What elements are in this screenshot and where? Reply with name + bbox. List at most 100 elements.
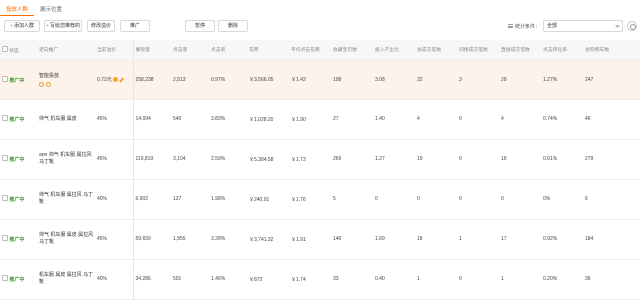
ctr-cell: 1.98% [209,179,247,220]
ctr-cell: 1.46% [209,259,247,300]
cart-cell: 36 [583,259,640,300]
roi-cell: 1.40 [373,99,415,140]
row-checkbox[interactable] [2,115,8,121]
plan-cell: 帅气 机车服 属皮 [37,99,95,140]
total-orders-cell: 32 [415,60,457,100]
plan-cell: 帅气 机车服 属皮 属拉风 马丁靴 [37,219,95,260]
pause-button[interactable]: 暂停 [185,20,215,32]
ctr-cell: 0.97% [209,60,247,100]
toolbar: +添加人群 +写给您推荐的 修改溢价 推广 暂停 删除 统计条件： 全部 [0,17,640,35]
table-header-row: 状态 定向推广 当前溢价 展现量 点击量 点击率 花费 平均点击花费 收藏宝贝数… [0,40,640,61]
col-header-impressions[interactable]: 展现量 [133,40,171,61]
add-crowd-button[interactable]: +添加人群 [4,20,40,32]
table-row[interactable]: 推广中 帅气 机车服 属拉风 马丁靴 40% 6,902 137 1.98% ￥… [0,179,640,220]
crowd-table: 状态 定向推广 当前溢价 展现量 点击量 点击率 花费 平均点击花费 收藏宝贝数… [0,40,640,300]
col-header-clicks[interactable]: 点击量 [171,40,209,61]
fav-cell: 5 [331,179,373,220]
table-row[interactable]: 推广中 帅气 机车服 属皮 45% 14,094 540 3.83% ￥1,02… [0,99,640,140]
roi-cell: 0.40 [373,259,415,300]
row-checkbox[interactable] [2,75,8,82]
cpc-cell: ￥1.91 [289,219,331,260]
stat-condition: 统计条件： 全部 [507,20,640,32]
status-cell: 推广中 [0,99,37,140]
impressions-cell: 258,238 [133,60,171,100]
add-similar-button[interactable]: +写给您推荐的 [44,20,82,32]
col-header-indirect[interactable]: 间接成交笔数 [457,40,499,61]
plan-cell: 智能投放 [37,60,95,100]
col-header-cvr[interactable]: 点击转化率 [541,40,583,61]
cvr-cell: 0.61% [541,139,583,180]
bid-cell: 0.72元 [95,60,134,100]
tab-placement[interactable]: 展示位置 [34,4,68,16]
ctr-cell: 3.28% [209,219,247,260]
cost-cell: ￥3,566.05 [247,60,289,100]
table-row[interactable]: 推广中 机车服 属皮 属拉风 马丁靴 40% 34,286 501 1.46% … [0,259,640,300]
direct-cell: 17 [499,219,541,260]
cpc-cell: ￥1.76 [289,179,331,220]
settings-icon[interactable] [39,81,44,87]
total-orders-cell: 18 [415,219,457,260]
table-row[interactable]: 推广中 智能投放 0.72元 258,238 2,513 0.97% ￥3,56… [0,60,640,100]
col-header-status[interactable]: 状态 [0,40,37,61]
cart-cell: 184 [583,219,640,260]
roi-cell: 1.69 [373,219,415,260]
tab-crowd[interactable]: 投放人群 [0,4,35,16]
status-badge: 推广中 [9,277,25,283]
bid-cell: 45% [95,99,134,140]
row-checkbox[interactable] [2,195,8,201]
chevron-down-icon [615,23,620,28]
row-checkbox[interactable] [2,275,8,281]
bid-cell: 45% [95,219,134,260]
plan-cell: 帅气 机车服 属拉风 马丁靴 [37,179,95,220]
promote-button[interactable]: 推广 [120,20,150,32]
bid-cell: 45% [95,139,134,180]
col-header-bid[interactable]: 当前溢价 [95,40,134,61]
col-header-cart[interactable]: 总购物车数 [583,40,640,61]
col-header-cost[interactable]: 花费 [247,40,289,61]
roi-cell: 1.27 [373,139,415,180]
fav-cell: 146 [331,219,373,260]
modify-bid-button[interactable]: 修改溢价 [87,20,115,32]
plus-icon: + [46,23,49,29]
col-header-direct[interactable]: 直接成交笔数 [499,40,541,61]
status-cell: 推广中 [0,219,37,260]
ctr-cell: 3.83% [209,99,247,140]
clicks-cell: 137 [171,179,209,220]
delete-button[interactable]: 删除 [218,20,248,32]
col-header-ctr[interactable]: 点击率 [209,40,247,61]
cpc-cell: ￥1.42 [289,60,331,100]
clicks-cell: 1,955 [171,219,209,260]
edit-icon[interactable] [119,77,124,82]
condition-select[interactable]: 全部 [543,20,623,32]
cart-cell: 279 [583,139,640,180]
col-header-total-orders[interactable]: 总成交笔数 [415,40,457,61]
clicks-cell: 2,513 [171,60,209,100]
cpc-cell: ￥1.73 [289,139,331,180]
roi-cell: 3.08 [373,60,415,100]
impressions-cell: 119,819 [133,139,171,180]
col-header-plan[interactable]: 定向推广 [37,40,95,61]
cost-cell: ￥872 [247,259,289,300]
total-orders-cell: 19 [415,139,457,180]
tab-bar: 投放人群 展示位置 [0,0,640,16]
gear-icon[interactable] [627,21,637,31]
total-orders-cell: 0 [415,179,457,220]
impressions-cell: 34,286 [133,259,171,300]
table-row[interactable]: 推广中 ann 帅气 机车服 属拉风 马丁靴 45% 119,819 3,104… [0,139,640,180]
col-header-fav[interactable]: 收藏宝贝数 [331,40,373,61]
ctr-cell: 2.59% [209,139,247,180]
condition-value: 全部 [547,23,558,29]
table-row[interactable]: 推广中 帅气 机车服 属皮 属拉风 马丁靴 45% 59,650 1,955 3… [0,219,640,260]
col-header-cpc[interactable]: 平均点击花费 [289,40,331,61]
chart-icon[interactable] [46,81,51,87]
col-header-roi[interactable]: 投入产出比 [373,40,415,61]
select-all-checkbox[interactable] [2,45,8,52]
row-checkbox[interactable] [2,155,8,161]
row-checkbox[interactable] [2,235,8,241]
cart-cell: 46 [583,99,640,140]
clicks-cell: 3,104 [171,139,209,180]
clicks-cell: 540 [171,99,209,140]
plan-cell: ann 帅气 机车服 属拉风 马丁靴 [37,139,95,180]
fav-cell: 269 [331,139,373,180]
status-cell: 推广中 [0,60,37,100]
